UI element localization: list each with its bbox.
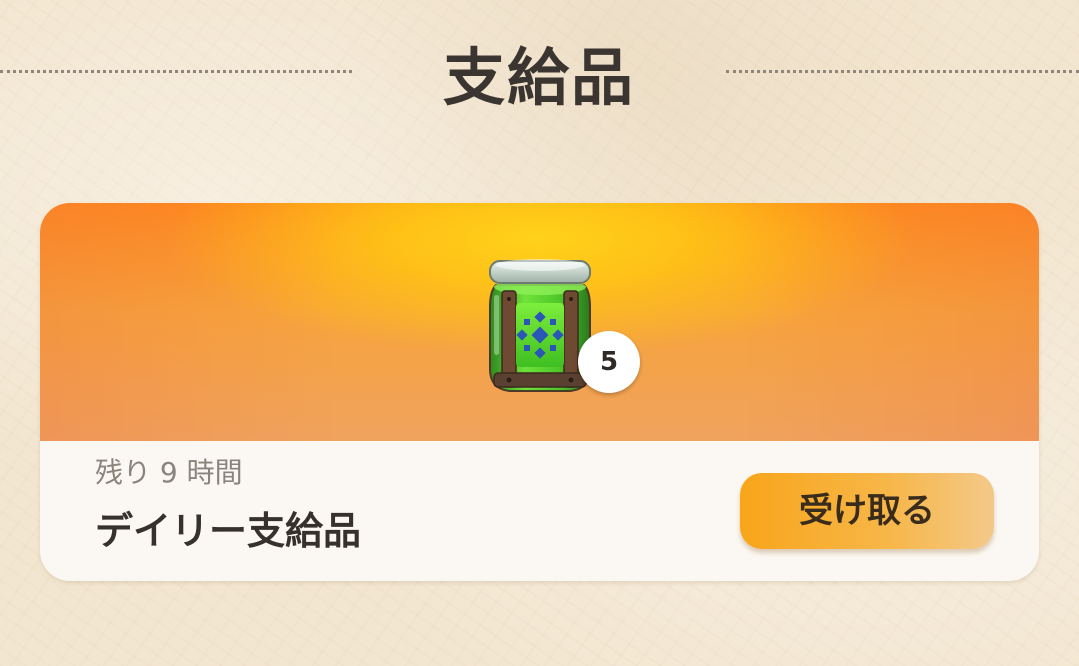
- supply-name: デイリー支給品: [95, 509, 362, 553]
- section-title: 支給品: [442, 41, 635, 114]
- section-header: 支給品: [0, 30, 1079, 120]
- receive-button[interactable]: 受け取る: [740, 473, 994, 549]
- right-divider: [726, 70, 1079, 73]
- time-remaining-label: 残り 9 時間: [95, 456, 243, 489]
- daily-supply-card: 5 残り 9 時間 デイリー支給品 受け取る: [40, 203, 1039, 581]
- item-count-badge: 5: [578, 331, 640, 393]
- card-banner: 5: [40, 203, 1039, 441]
- left-divider: [0, 70, 352, 73]
